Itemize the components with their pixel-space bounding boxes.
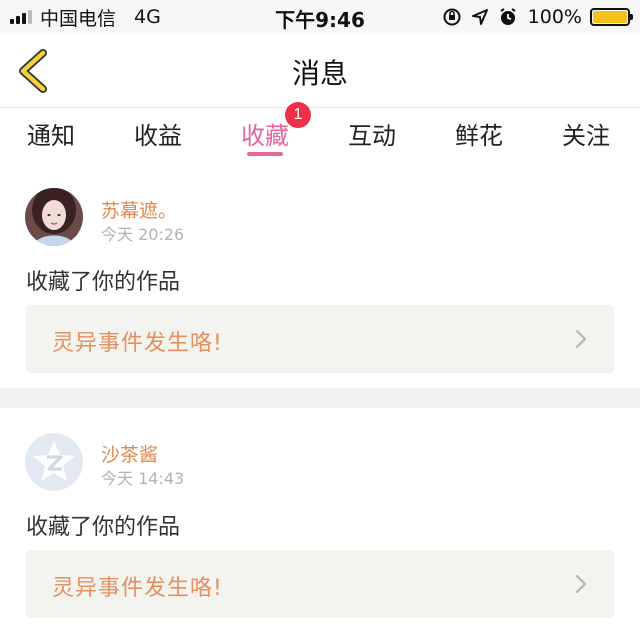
sender-name[interactable]: 沙茶酱 bbox=[101, 440, 158, 467]
alarm-clock-icon bbox=[498, 7, 518, 27]
work-link[interactable]: 灵异事件发生咯! bbox=[26, 305, 614, 373]
tab-favorites[interactable]: 收藏 1 bbox=[241, 102, 311, 151]
chevron-right-icon bbox=[575, 574, 587, 594]
tab-flowers[interactable]: 鲜花 bbox=[455, 116, 503, 151]
tab-interactions[interactable]: 互动 bbox=[348, 116, 396, 151]
tab-label: 鲜花 bbox=[455, 122, 503, 150]
battery-icon bbox=[590, 8, 633, 26]
tab-label: 互动 bbox=[348, 122, 396, 150]
tab-label: 关注 bbox=[562, 122, 610, 150]
message-time: 今天 14:43 bbox=[101, 469, 185, 488]
location-arrow-icon bbox=[470, 7, 490, 27]
battery-percent: 100% bbox=[527, 6, 582, 28]
message-action: 收藏了你的作品 bbox=[26, 270, 181, 295]
tab-notifications[interactable]: 通知 bbox=[27, 116, 75, 151]
tab-earnings[interactable]: 收益 bbox=[134, 116, 182, 151]
avatar[interactable] bbox=[25, 433, 83, 491]
chevron-right-icon bbox=[575, 329, 587, 349]
section-divider bbox=[0, 388, 640, 408]
tab-bar: 通知 收益 收藏 1 互动 鲜花 关注 bbox=[0, 102, 640, 168]
work-link[interactable]: 灵异事件发生咯! bbox=[26, 550, 614, 618]
tab-label: 收藏 bbox=[241, 122, 289, 150]
work-title: 灵异事件发生咯! bbox=[52, 331, 223, 356]
message-action: 收藏了你的作品 bbox=[26, 515, 181, 540]
tab-label: 收益 bbox=[134, 122, 182, 150]
status-right: 100% bbox=[442, 5, 633, 29]
active-tab-indicator bbox=[247, 152, 283, 156]
work-title: 灵异事件发生咯! bbox=[52, 576, 223, 601]
rotation-lock-icon bbox=[442, 7, 462, 27]
message-item: 苏幕遮。 今天 20:26 收藏了你的作品 灵异事件发生咯! bbox=[0, 168, 640, 388]
sender-name[interactable]: 苏幕遮。 bbox=[101, 196, 177, 223]
tab-follows[interactable]: 关注 bbox=[562, 116, 610, 151]
status-bar: 中国电信 4G 下午9:46 100% bbox=[0, 0, 640, 34]
tab-label: 通知 bbox=[27, 122, 75, 150]
message-item: 沙茶酱 今天 14:43 收藏了你的作品 灵异事件发生咯! bbox=[0, 408, 640, 634]
message-time: 今天 20:26 bbox=[101, 225, 185, 244]
page-title: 消息 bbox=[291, 57, 348, 90]
battery-level bbox=[593, 11, 627, 23]
unread-badge: 1 bbox=[285, 102, 311, 128]
nav-header: 消息 bbox=[0, 34, 640, 108]
avatar[interactable] bbox=[25, 188, 83, 246]
